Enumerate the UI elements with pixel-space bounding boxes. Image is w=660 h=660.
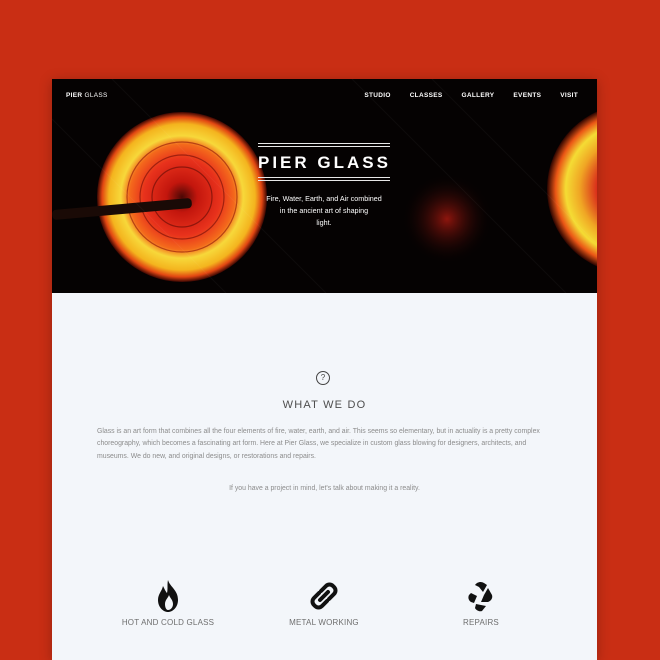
project-cta-text: If you have a project in mind, let's tal… <box>229 485 420 492</box>
question-mark-icon: ? <box>316 371 330 385</box>
tagline-line: light. <box>316 218 332 227</box>
title-rule-bottom <box>258 177 390 178</box>
nav-item-gallery[interactable]: GALLERY <box>462 92 495 99</box>
logo-light-text: GLASS <box>84 92 108 99</box>
feature-label: REPAIRS <box>463 618 499 627</box>
top-navigation: PIER GLASS STUDIO CLASSES GALLERY EVENTS… <box>52 79 597 113</box>
section-title: WHAT WE DO <box>282 399 367 411</box>
website-page: PIER GLASS STUDIO CLASSES GALLERY EVENTS… <box>52 79 597 660</box>
hero-banner: PIER GLASS STUDIO CLASSES GALLERY EVENTS… <box>52 79 597 293</box>
nav-menu: STUDIO CLASSES GALLERY EVENTS VISIT <box>345 92 578 99</box>
hero-title-block: PIER GLASS <box>258 143 390 181</box>
nav-item-classes[interactable]: CLASSES <box>410 92 443 99</box>
tagline-line: Fire, Water, Earth, and Air combined <box>266 194 382 203</box>
title-rule-bottom-2 <box>258 180 390 181</box>
paragraph-line: Glass is an art form that combines all t… <box>97 428 540 435</box>
paragraph-line: museums. We do new, and original designs… <box>97 452 316 460</box>
chain-link-icon <box>310 582 338 610</box>
feature-label: METAL WORKING <box>289 618 359 627</box>
hero-title: PIER GLASS <box>258 153 391 172</box>
about-paragraph: Glass is an art form that combines all t… <box>97 426 552 463</box>
feature-hot-cold-glass[interactable]: HOT AND COLD GLASS <box>98 579 238 627</box>
recycle-icon <box>468 581 493 612</box>
title-rule-top <box>258 143 390 144</box>
flame-icon <box>158 580 178 612</box>
tagline-line: in the ancient art of shaping <box>279 206 369 215</box>
nav-item-events[interactable]: EVENTS <box>513 92 541 99</box>
nav-item-studio[interactable]: STUDIO <box>364 92 390 99</box>
site-logo[interactable]: PIER GLASS <box>66 92 108 99</box>
nav-item-visit[interactable]: VISIT <box>560 92 578 99</box>
feature-repairs[interactable]: REPAIRS <box>411 579 551 627</box>
feature-metal-working[interactable]: METAL WORKING <box>254 579 394 627</box>
paragraph-line: choreography, which becomes a fascinatin… <box>97 440 527 448</box>
hero-tagline: Fire, Water, Earth, and Air combined in … <box>260 193 388 229</box>
feature-label: HOT AND COLD GLASS <box>121 618 215 627</box>
logo-bold-text: PIER <box>66 92 83 99</box>
